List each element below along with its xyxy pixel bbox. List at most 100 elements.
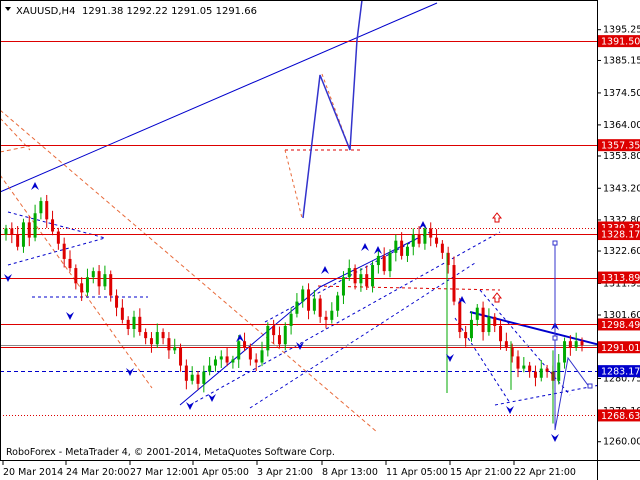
candle-body — [68, 258, 72, 269]
level-label-text: 1313.89 — [601, 273, 640, 284]
candle-body — [400, 240, 404, 256]
candle-body — [539, 368, 543, 378]
candle-body — [528, 365, 532, 372]
candle-body — [196, 374, 200, 384]
candle-body — [138, 316, 142, 333]
time-tick-label: 11 Apr 05:00 — [386, 467, 448, 478]
price-tick-label: 1343.20 — [603, 183, 640, 194]
candle-body — [435, 237, 439, 244]
candle-body — [109, 274, 113, 296]
candle-body — [365, 274, 369, 287]
candle-body — [388, 252, 392, 272]
candle-body — [522, 365, 526, 369]
candle-body — [481, 307, 485, 333]
candle-body — [33, 213, 37, 238]
candle-body — [312, 298, 316, 311]
copyright-text: RoboForex - MetaTrader 4, © 2001-2014, M… — [6, 447, 335, 458]
candle-body — [371, 265, 375, 287]
candle-body — [155, 332, 159, 345]
candle-body — [429, 228, 433, 238]
time-tick-label: 8 Apr 13:00 — [322, 467, 378, 478]
candle-body — [394, 240, 398, 253]
plot-area — [0, 0, 598, 461]
candle-body — [266, 325, 270, 351]
candle-body — [231, 359, 235, 363]
price-tick-label: 1385.15 — [603, 55, 640, 66]
forecast-node — [552, 240, 558, 246]
candle-body — [120, 307, 124, 320]
candle-body — [423, 228, 427, 244]
candle-body — [27, 222, 31, 238]
candle-body — [469, 319, 473, 339]
candle-body — [97, 271, 101, 287]
level-label-text: 1283.17 — [601, 367, 640, 378]
candle-body — [248, 347, 252, 360]
candle-body — [440, 243, 444, 253]
candle-body — [493, 316, 497, 326]
candle-body — [173, 347, 177, 351]
forecast-node — [552, 335, 558, 341]
time-axis: 20 Mar 2014 24 Mar 20:00 27 Mar 12:00 1 Apr… — [2, 460, 576, 478]
candle-body — [144, 332, 148, 339]
candle-body — [382, 255, 386, 272]
candle-body — [202, 371, 206, 384]
candle-body — [563, 341, 567, 363]
candle-body — [487, 316, 491, 333]
candle-body — [115, 295, 119, 308]
candle-body — [91, 271, 95, 278]
symbol-header: XAUUSD,H4 1291.38 1292.22 1291.05 1291.6… — [5, 6, 257, 17]
price-tick-label: 1322.60 — [603, 246, 640, 257]
level-label-text: 1328.17 — [601, 230, 640, 241]
candle-body — [330, 310, 334, 320]
candle-body — [208, 365, 212, 372]
candle-body — [499, 325, 503, 342]
chart-window: 1395.25 1385.15 1374.50 1364.00 1353.80 1343.… — [0, 0, 640, 480]
candle-body — [184, 365, 188, 381]
level-label-text: 1391.50 — [601, 37, 640, 48]
candle-body — [260, 350, 264, 363]
candle-body — [85, 277, 89, 293]
candle-body — [167, 338, 171, 351]
candle-body — [56, 231, 60, 244]
time-tick-label: 20 Mar 2014 — [3, 467, 63, 478]
candle-body — [289, 313, 293, 326]
candle-body — [45, 201, 49, 220]
candle-body — [4, 228, 8, 235]
candle-body — [516, 356, 520, 369]
candle-body — [452, 265, 456, 302]
level-label-text: 1291.01 — [601, 343, 640, 354]
time-tick-label: 3 Apr 21:00 — [257, 467, 313, 478]
candle-body — [411, 234, 415, 247]
candle-body — [568, 341, 572, 348]
candle-body — [21, 222, 25, 247]
candle-body — [277, 335, 281, 345]
candle-body — [126, 319, 130, 330]
candle-body — [80, 283, 84, 293]
time-tick-label: 22 Apr 21:00 — [514, 467, 576, 478]
candle-body — [417, 234, 421, 244]
forecast-node — [587, 383, 593, 389]
candle-body — [295, 301, 299, 314]
ohlc-values: 1291.38 1292.22 1291.05 1291.66 — [82, 6, 257, 17]
candle-body — [62, 243, 66, 259]
candle-body — [359, 274, 363, 284]
candle-body — [307, 289, 311, 311]
price-tick-label: 1374.50 — [603, 88, 640, 99]
candle-body — [16, 234, 20, 247]
candle-body — [219, 356, 223, 360]
candle-body — [464, 332, 468, 339]
time-tick-label: 15 Apr 21:00 — [450, 467, 512, 478]
candle-body — [533, 371, 537, 378]
candle-body — [39, 201, 43, 214]
time-tick-label: 1 Apr 05:00 — [193, 467, 249, 478]
candle-body — [254, 359, 258, 363]
time-tick-label: 24 Mar 20:00 — [66, 467, 129, 478]
candle-body — [405, 246, 409, 256]
level-label-text: 1298.49 — [601, 320, 640, 331]
price-tick-label: 1353.80 — [603, 151, 640, 162]
price-tick-label: 1364.00 — [603, 120, 640, 131]
level-label-text: 1268.63 — [601, 411, 640, 422]
candle-body — [475, 307, 479, 320]
candle-body — [161, 332, 165, 339]
candle-body — [225, 356, 229, 363]
